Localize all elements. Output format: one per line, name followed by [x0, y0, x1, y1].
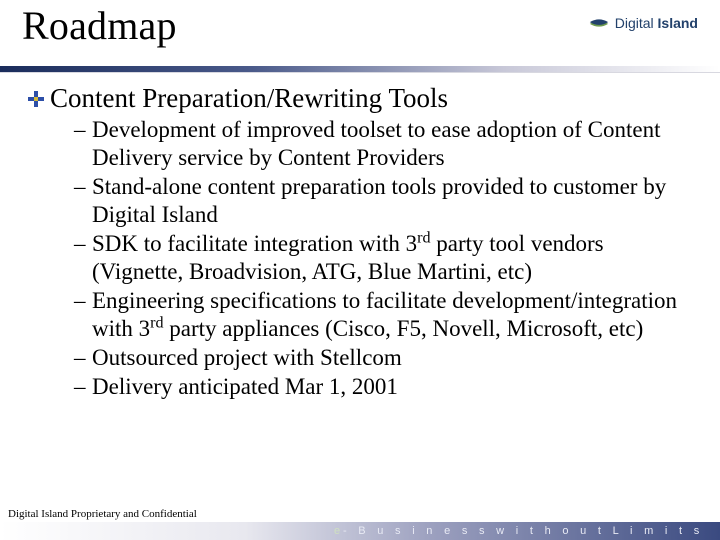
sub-bullet-item: –Engineering specifications to facilitat… [74, 287, 686, 343]
sub-bullet-list: –Development of improved toolset to ease… [28, 116, 696, 401]
bullet-level-1: Content Preparation/Rewriting Tools [28, 83, 696, 114]
dash-bullet-icon: – [74, 116, 92, 172]
sub-bullet-text: Stand-alone content preparation tools pr… [92, 173, 686, 229]
dash-bullet-icon: – [74, 344, 92, 372]
sub-bullet-item: –SDK to facilitate integration with 3rd … [74, 230, 686, 286]
confidential-notice: Digital Island Proprietary and Confident… [8, 508, 197, 520]
plus-bullet-icon [28, 91, 44, 107]
brand-logo: Digital Island [588, 12, 698, 34]
sub-bullet-item: –Delivery anticipated Mar 1, 2001 [74, 373, 686, 401]
sub-bullet-item: –Development of improved toolset to ease… [74, 116, 686, 172]
dash-bullet-icon: – [74, 173, 92, 229]
footer-tagline: e- B u s i n e s s w i t h o u t L i m i… [334, 525, 702, 537]
brand-logo-text: Digital Island [615, 15, 698, 31]
title-underline [0, 66, 720, 73]
globe-icon [588, 12, 610, 34]
slide-body: Content Preparation/Rewriting Tools –Dev… [0, 73, 720, 402]
slide-title: Roadmap [22, 6, 177, 46]
dash-bullet-icon: – [74, 287, 92, 343]
bullet-text: Content Preparation/Rewriting Tools [50, 83, 448, 114]
sub-bullet-text: Engineering specifications to facilitate… [92, 287, 686, 343]
sub-bullet-text: Delivery anticipated Mar 1, 2001 [92, 373, 686, 401]
footer-gradient-bar: e- B u s i n e s s w i t h o u t L i m i… [0, 522, 720, 540]
dash-bullet-icon: – [74, 230, 92, 286]
sub-bullet-text: Outsourced project with Stellcom [92, 344, 686, 372]
slide-header: Roadmap Digital Island [0, 0, 720, 66]
sub-bullet-text: Development of improved toolset to ease … [92, 116, 686, 172]
sub-bullet-text: SDK to facilitate integration with 3rd p… [92, 230, 686, 286]
slide-footer: Digital Island Proprietary and Confident… [0, 510, 720, 540]
sub-bullet-item: –Stand-alone content preparation tools p… [74, 173, 686, 229]
sub-bullet-item: –Outsourced project with Stellcom [74, 344, 686, 372]
dash-bullet-icon: – [74, 373, 92, 401]
